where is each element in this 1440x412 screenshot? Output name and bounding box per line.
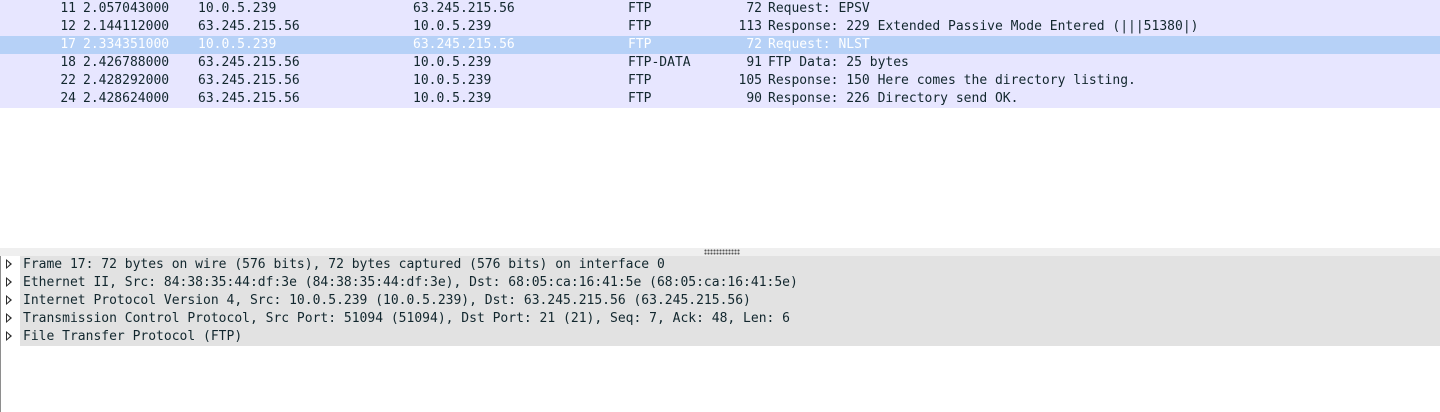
expand-arrow-icon[interactable] (6, 331, 12, 341)
tree-item-label: File Transfer Protocol (FTP) (20, 328, 1440, 347)
packet-length: 91 (746, 55, 762, 70)
tree-item-label: Internet Protocol Version 4, Src: 10.0.5… (20, 292, 1440, 311)
packet-info: Request: EPSV (768, 1, 870, 16)
tree-item-ipv4[interactable]: Internet Protocol Version 4, Src: 10.0.5… (1, 292, 1440, 311)
tree-item-label: Ethernet II, Src: 84:38:35:44:df:3e (84:… (20, 274, 1440, 293)
tree-item-ethernet[interactable]: Ethernet II, Src: 84:38:35:44:df:3e (84:… (1, 274, 1440, 293)
packet-row[interactable]: 18 2.426788000 63.245.215.56 10.0.5.239 … (0, 54, 1440, 72)
packet-row[interactable]: 24 2.428624000 63.245.215.56 10.0.5.239 … (0, 90, 1440, 108)
packet-length: 72 (746, 37, 762, 52)
tree-item-ftp[interactable]: File Transfer Protocol (FTP) (1, 328, 1440, 347)
packet-row-selected[interactable]: 17 2.334351000 10.0.5.239 63.245.215.56 … (0, 36, 1440, 54)
packet-info: Response: 229 Extended Passive Mode Ente… (768, 19, 1199, 34)
packet-list[interactable]: 11 2.057043000 10.0.5.239 63.245.215.56 … (0, 0, 1440, 248)
packet-length: 72 (746, 1, 762, 16)
packet-length: 105 (738, 73, 762, 88)
packet-info: FTP Data: 25 bytes (768, 55, 909, 70)
expand-arrow-icon[interactable] (6, 259, 12, 269)
packet-row[interactable]: 22 2.428292000 63.245.215.56 10.0.5.239 … (0, 72, 1440, 90)
packet-row[interactable]: 11 2.057043000 10.0.5.239 63.245.215.56 … (0, 0, 1440, 18)
packet-info: Request: NLST (768, 37, 870, 52)
packet-length: 113 (738, 19, 762, 34)
packet-info: Response: 226 Directory send OK. (768, 91, 1019, 106)
expand-arrow-icon[interactable] (6, 295, 12, 305)
tree-item-label: Transmission Control Protocol, Src Port:… (20, 310, 1440, 329)
packet-info: Response: 150 Here comes the directory l… (768, 73, 1136, 88)
expand-arrow-icon[interactable] (6, 277, 12, 287)
tree-item-frame[interactable]: Frame 17: 72 bytes on wire (576 bits), 7… (1, 256, 1440, 275)
splitter-grip-icon[interactable] (704, 249, 740, 255)
packet-length: 90 (746, 91, 762, 106)
tree-item-tcp[interactable]: Transmission Control Protocol, Src Port:… (1, 310, 1440, 329)
packet-row[interactable]: 12 2.144112000 63.245.215.56 10.0.5.239 … (0, 18, 1440, 36)
tree-item-label: Frame 17: 72 bytes on wire (576 bits), 7… (20, 256, 1440, 275)
packet-details-tree[interactable]: Frame 17: 72 bytes on wire (576 bits), 7… (0, 256, 1440, 412)
expand-arrow-icon[interactable] (6, 313, 12, 323)
